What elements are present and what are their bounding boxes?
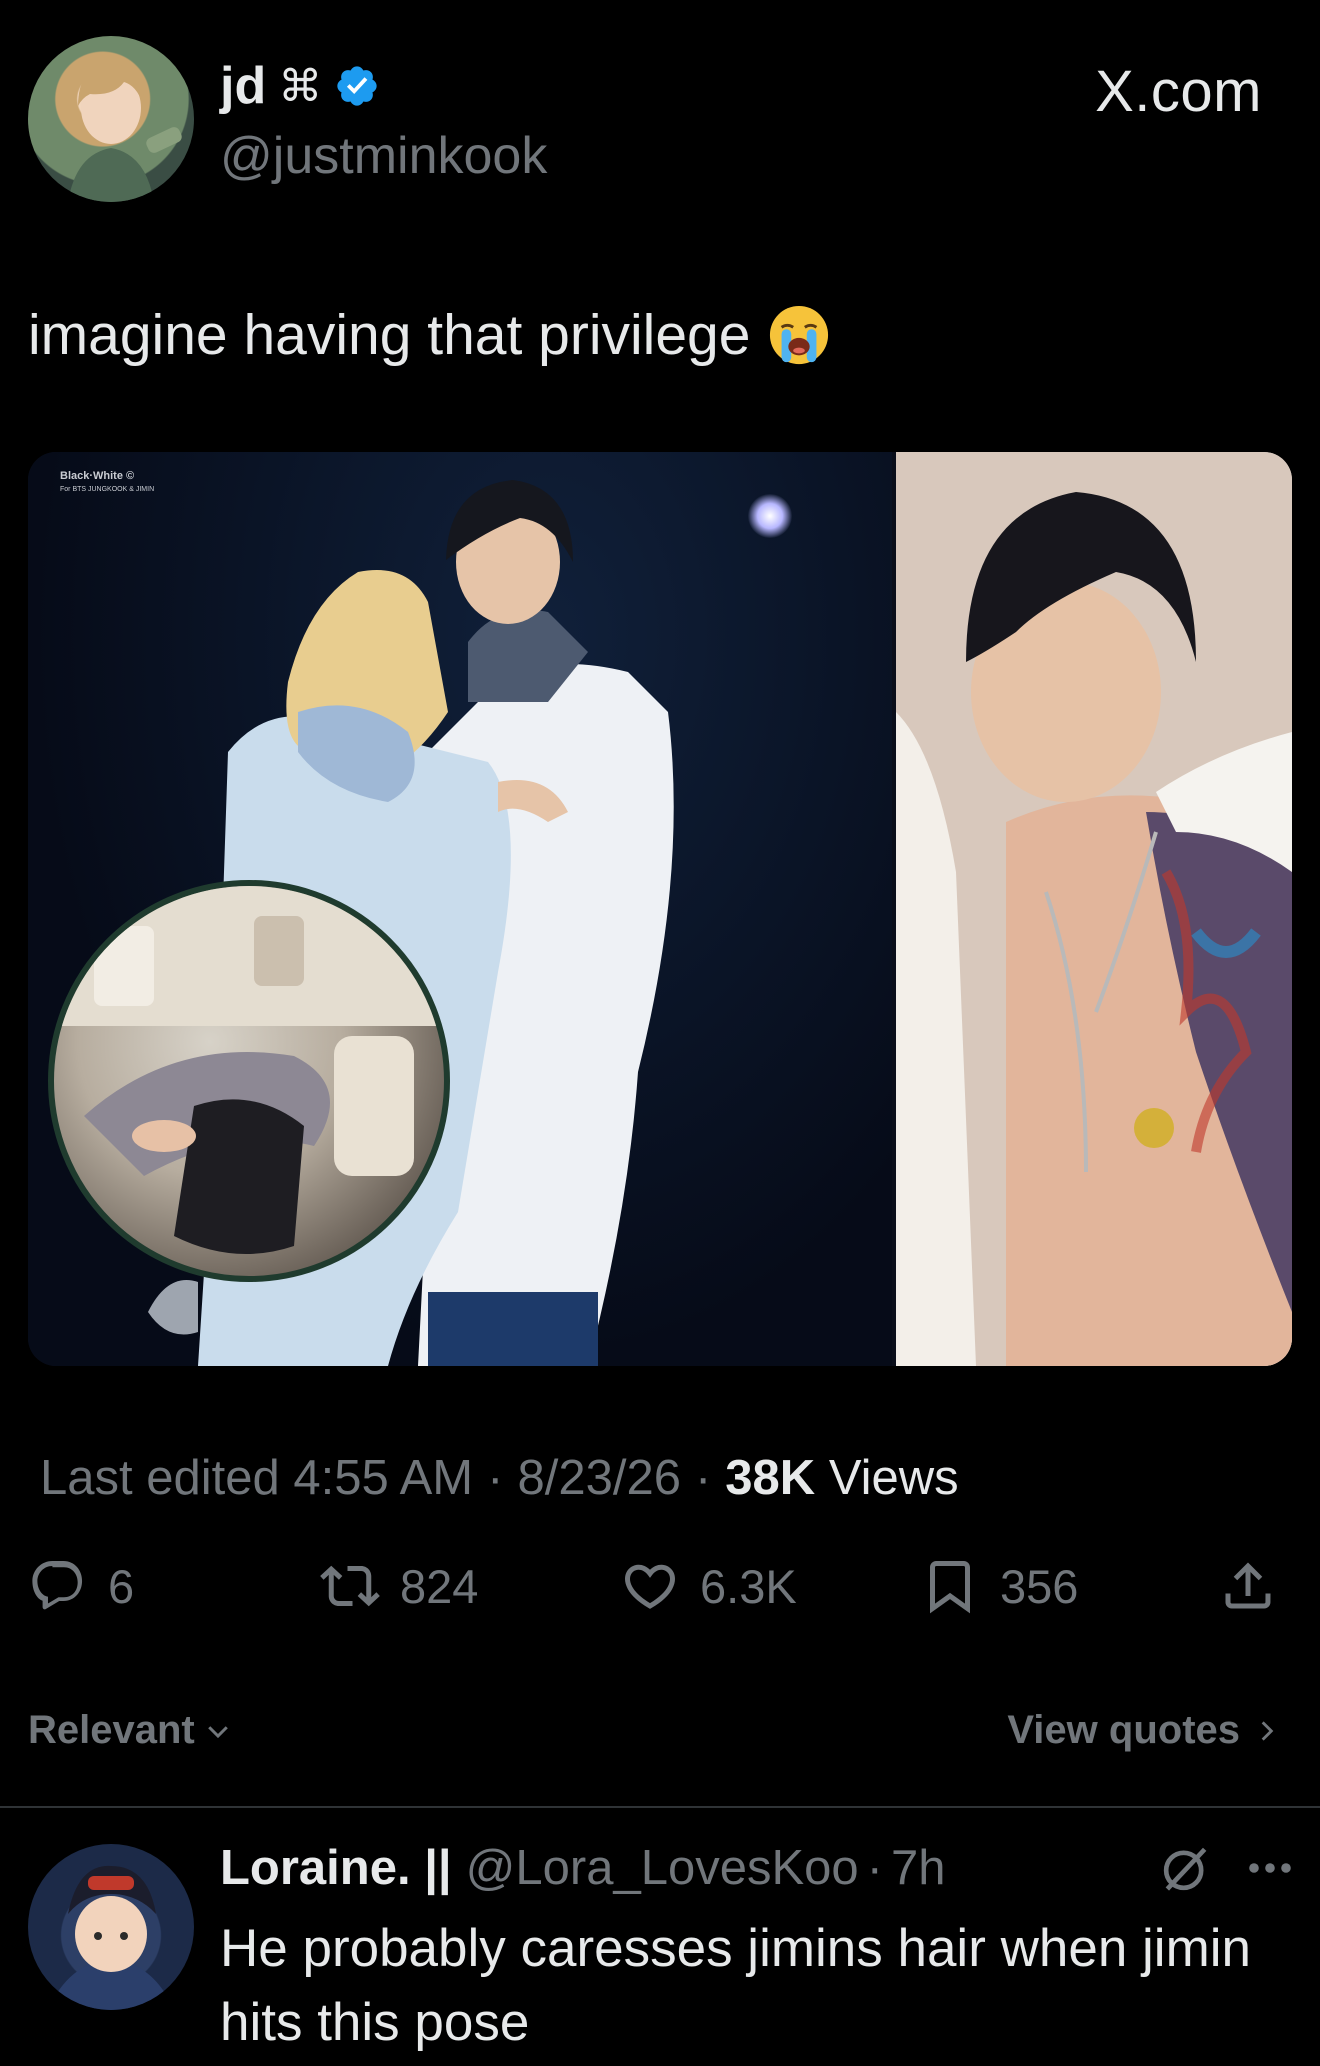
views-label: Views: [828, 1451, 959, 1505]
chevron-right-icon: [1261, 1720, 1274, 1741]
author-handle[interactable]: @justminkook: [220, 126, 547, 186]
post-media[interactable]: Black·White © For BTS JUNGKOOK & JIMIN: [28, 452, 1292, 1366]
airplane-inset-photo: [48, 880, 450, 1282]
reply-button[interactable]: 6: [28, 1556, 134, 1616]
sort-relevant-label: Relevant: [28, 1708, 195, 1752]
author-avatar[interactable]: [28, 36, 194, 202]
reply-icon: [32, 1561, 83, 1610]
share-button[interactable]: [1218, 1556, 1278, 1616]
share-icon: [1225, 1562, 1271, 1609]
reply-count: 6: [108, 1559, 135, 1613]
reply-author-avatar[interactable]: [28, 1844, 194, 2010]
like-button[interactable]: 6.3K: [620, 1556, 797, 1616]
chevron-down-icon: [207, 1725, 228, 1738]
divider: [0, 1806, 1320, 1808]
inset-photo-art: [54, 886, 444, 1254]
post-date: 8/23/26: [517, 1451, 681, 1505]
post-text: imagine having that privilege: [28, 303, 751, 367]
watermark-line-2: For BTS JUNGKOOK & JIMIN: [60, 486, 155, 493]
author-display-name[interactable]: jd: [220, 56, 266, 116]
shirtless-photo-art: [896, 452, 1292, 1366]
repost-icon: [320, 1565, 380, 1607]
repost-button[interactable]: 824: [320, 1556, 478, 1616]
reply-text: He probably caresses jimins hair when ji…: [220, 1919, 1251, 2052]
reply-header: Loraine. || @Lora_LovesKoo · 7h: [220, 1840, 946, 1896]
bookmark-count: 356: [1000, 1559, 1079, 1613]
sort-relevant-dropdown[interactable]: Relevant: [28, 1708, 233, 1753]
action-bar: 6 824 6.3K 356: [28, 1556, 1292, 1636]
more-options-icon[interactable]: [1240, 1846, 1300, 1890]
bookmark-button[interactable]: 356: [920, 1556, 1078, 1616]
name-symbol: ⌘: [278, 61, 323, 111]
post-text-row: imagine having that privilege: [28, 302, 830, 368]
view-quotes-link[interactable]: View quotes: [1007, 1708, 1280, 1753]
heart-icon: [624, 1564, 676, 1609]
avatar-icon: [68, 64, 182, 202]
avatar-icon: [48, 1865, 174, 2010]
watermark-line-1: Black·White ©: [60, 470, 135, 482]
grok-icon[interactable]: [1158, 1840, 1214, 1896]
post-meta: Last edited 4:55 AM · 8/23/26 · 38K View…: [40, 1450, 959, 1506]
concert-photo[interactable]: Black·White © For BTS JUNGKOOK & JIMIN: [28, 452, 892, 1366]
meta-separator: ·: [694, 1451, 712, 1505]
meta-separator: ·: [487, 1451, 504, 1505]
reply-display-name[interactable]: Loraine. ||: [220, 1840, 452, 1896]
author-display-name-row: jd ⌘: [220, 56, 380, 116]
repost-count: 824: [400, 1559, 479, 1613]
view-quotes-label: View quotes: [1007, 1708, 1240, 1752]
edited-timestamp[interactable]: Last edited 4:55 AM: [40, 1450, 473, 1506]
bookmark-icon: [930, 1561, 970, 1614]
stage-light: [748, 494, 792, 538]
reply-time[interactable]: 7h: [891, 1840, 946, 1896]
reply-separator: ·: [866, 1841, 883, 1895]
like-count: 6.3K: [700, 1559, 797, 1613]
views-count-group[interactable]: 38K Views: [725, 1450, 958, 1506]
verified-badge-icon: [337, 66, 377, 106]
views-count: 38K: [725, 1451, 816, 1505]
shirtless-photo[interactable]: [896, 452, 1292, 1366]
site-label: X.com: [1095, 59, 1262, 124]
loudly-crying-face-icon: [770, 305, 829, 365]
reply-handle[interactable]: @Lora_LovesKoo: [466, 1840, 859, 1896]
